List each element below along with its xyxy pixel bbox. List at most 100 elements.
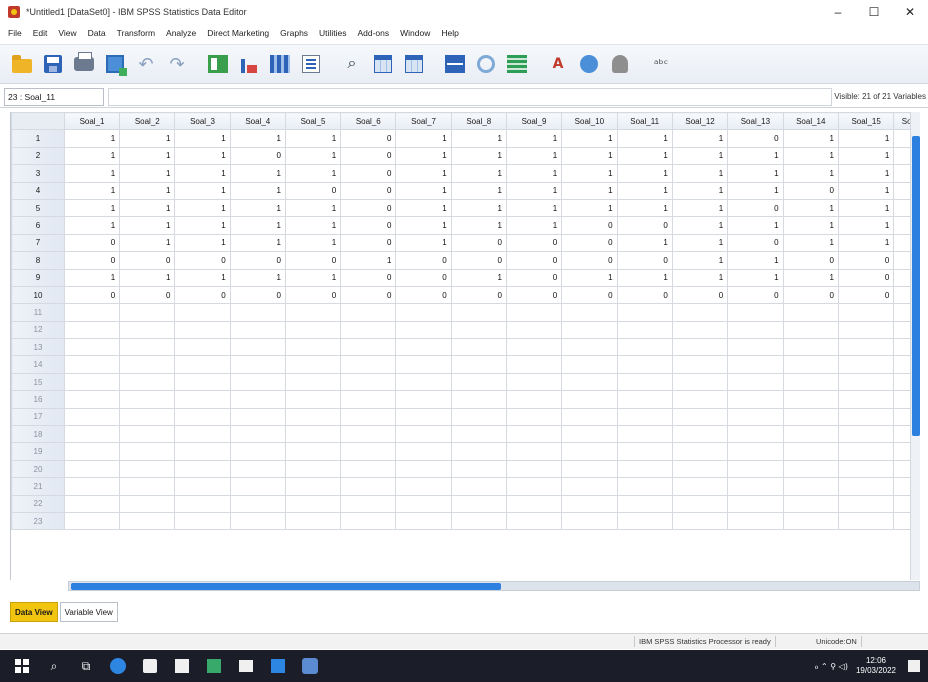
data-cell[interactable] bbox=[505, 442, 563, 461]
data-cell[interactable] bbox=[229, 320, 286, 340]
data-cell[interactable] bbox=[284, 372, 342, 392]
insert-cases-button[interactable] bbox=[371, 52, 395, 76]
maximize-button[interactable]: ☐ bbox=[856, 0, 892, 24]
data-cell[interactable] bbox=[671, 320, 729, 340]
data-cell[interactable]: 1 bbox=[119, 164, 176, 183]
data-cell[interactable]: 1 bbox=[63, 146, 121, 166]
data-cell[interactable] bbox=[837, 511, 895, 531]
data-cell[interactable]: 1 bbox=[505, 216, 563, 235]
data-cell[interactable] bbox=[119, 338, 176, 357]
data-cell[interactable] bbox=[119, 372, 176, 392]
data-cell[interactable] bbox=[284, 459, 342, 479]
data-cell[interactable]: 1 bbox=[727, 251, 784, 270]
data-cell[interactable]: 1 bbox=[671, 268, 729, 287]
data-cell[interactable]: 1 bbox=[837, 181, 895, 200]
data-cell[interactable]: 1 bbox=[284, 164, 342, 183]
data-cell[interactable] bbox=[284, 494, 342, 513]
data-cell[interactable] bbox=[837, 390, 895, 409]
data-cell[interactable]: 0 bbox=[340, 129, 397, 148]
data-cell[interactable] bbox=[395, 338, 452, 357]
insert-variable-button[interactable] bbox=[402, 52, 426, 76]
row-header[interactable]: 19 bbox=[11, 442, 65, 461]
data-cell[interactable] bbox=[616, 303, 673, 322]
data-cell[interactable] bbox=[782, 407, 839, 427]
split-file-button[interactable] bbox=[443, 52, 467, 76]
data-cell[interactable]: 0 bbox=[63, 251, 121, 270]
data-cell[interactable] bbox=[837, 355, 895, 374]
row-header[interactable]: 16 bbox=[11, 390, 65, 409]
data-cell[interactable] bbox=[450, 303, 507, 322]
data-cell[interactable]: 1 bbox=[616, 181, 673, 200]
data-cell[interactable] bbox=[616, 511, 673, 531]
data-cell[interactable] bbox=[63, 320, 121, 340]
data-cell[interactable] bbox=[727, 303, 784, 322]
select-cases-button[interactable] bbox=[505, 52, 529, 76]
data-cell[interactable]: 1 bbox=[561, 129, 618, 148]
data-cell[interactable]: 1 bbox=[63, 198, 121, 218]
data-cell[interactable] bbox=[505, 338, 563, 357]
data-cell[interactable] bbox=[340, 338, 397, 357]
data-cell[interactable]: 1 bbox=[561, 181, 618, 200]
data-cell[interactable] bbox=[340, 390, 397, 409]
data-cell[interactable] bbox=[63, 511, 121, 531]
data-cell[interactable]: 1 bbox=[671, 233, 729, 253]
data-cell[interactable] bbox=[727, 372, 784, 392]
row-header[interactable]: 2 bbox=[11, 146, 65, 166]
data-cell[interactable]: 1 bbox=[229, 181, 286, 200]
data-cell[interactable]: 1 bbox=[395, 233, 452, 253]
data-cell[interactable] bbox=[837, 372, 895, 392]
data-cell[interactable] bbox=[119, 511, 176, 531]
data-cell[interactable] bbox=[63, 494, 121, 513]
data-cell[interactable]: 1 bbox=[671, 164, 729, 183]
data-cell[interactable]: 1 bbox=[561, 198, 618, 218]
row-header[interactable]: 7 bbox=[11, 233, 65, 253]
data-cell[interactable] bbox=[671, 407, 729, 427]
data-cell[interactable]: 0 bbox=[63, 233, 121, 253]
data-cell[interactable]: 1 bbox=[837, 146, 895, 166]
data-cell[interactable]: 1 bbox=[782, 216, 839, 235]
data-cell[interactable]: 0 bbox=[284, 181, 342, 200]
data-cell[interactable]: 1 bbox=[119, 181, 176, 200]
data-cell[interactable] bbox=[340, 477, 397, 496]
data-cell[interactable] bbox=[450, 338, 507, 357]
data-cell[interactable] bbox=[174, 442, 231, 461]
data-cell[interactable]: 0 bbox=[561, 251, 618, 270]
value-labels-button[interactable]: A bbox=[546, 52, 570, 76]
column-header[interactable]: Soal_4 bbox=[229, 112, 286, 131]
grid-corner[interactable] bbox=[11, 112, 65, 131]
data-cell[interactable]: 0 bbox=[782, 251, 839, 270]
data-cell[interactable]: 0 bbox=[616, 285, 673, 305]
data-cell[interactable] bbox=[63, 425, 121, 444]
redo-button[interactable]: ↷ bbox=[165, 52, 189, 76]
data-cell[interactable] bbox=[671, 372, 729, 392]
data-cell[interactable] bbox=[671, 477, 729, 496]
data-cell[interactable]: 1 bbox=[782, 268, 839, 287]
data-cell[interactable] bbox=[284, 355, 342, 374]
data-cell[interactable] bbox=[727, 390, 784, 409]
row-header[interactable]: 9 bbox=[11, 268, 65, 287]
data-cell[interactable]: 0 bbox=[340, 268, 397, 287]
data-cell[interactable] bbox=[671, 442, 729, 461]
menu-transform[interactable]: Transform bbox=[117, 28, 155, 38]
row-header[interactable]: 18 bbox=[11, 425, 65, 444]
column-header[interactable]: Soal_6 bbox=[340, 112, 397, 131]
data-cell[interactable]: 1 bbox=[340, 251, 397, 270]
data-cell[interactable] bbox=[174, 372, 231, 392]
data-cell[interactable] bbox=[782, 355, 839, 374]
data-cell[interactable] bbox=[727, 511, 784, 531]
data-cell[interactable] bbox=[505, 355, 563, 374]
row-header[interactable]: 5 bbox=[11, 198, 65, 218]
data-cell[interactable]: 1 bbox=[450, 198, 507, 218]
use-variable-sets-button[interactable] bbox=[577, 52, 601, 76]
data-cell[interactable] bbox=[561, 511, 618, 531]
data-cell[interactable] bbox=[616, 407, 673, 427]
data-cell[interactable]: 1 bbox=[284, 198, 342, 218]
menu-help[interactable]: Help bbox=[441, 28, 458, 38]
data-cell[interactable] bbox=[174, 338, 231, 357]
data-cell[interactable]: 1 bbox=[395, 181, 452, 200]
go-to-variable-button[interactable] bbox=[237, 52, 261, 76]
data-cell[interactable]: 1 bbox=[284, 216, 342, 235]
data-cell[interactable] bbox=[561, 494, 618, 513]
data-cell[interactable]: 0 bbox=[727, 198, 784, 218]
data-cell[interactable]: 0 bbox=[340, 198, 397, 218]
